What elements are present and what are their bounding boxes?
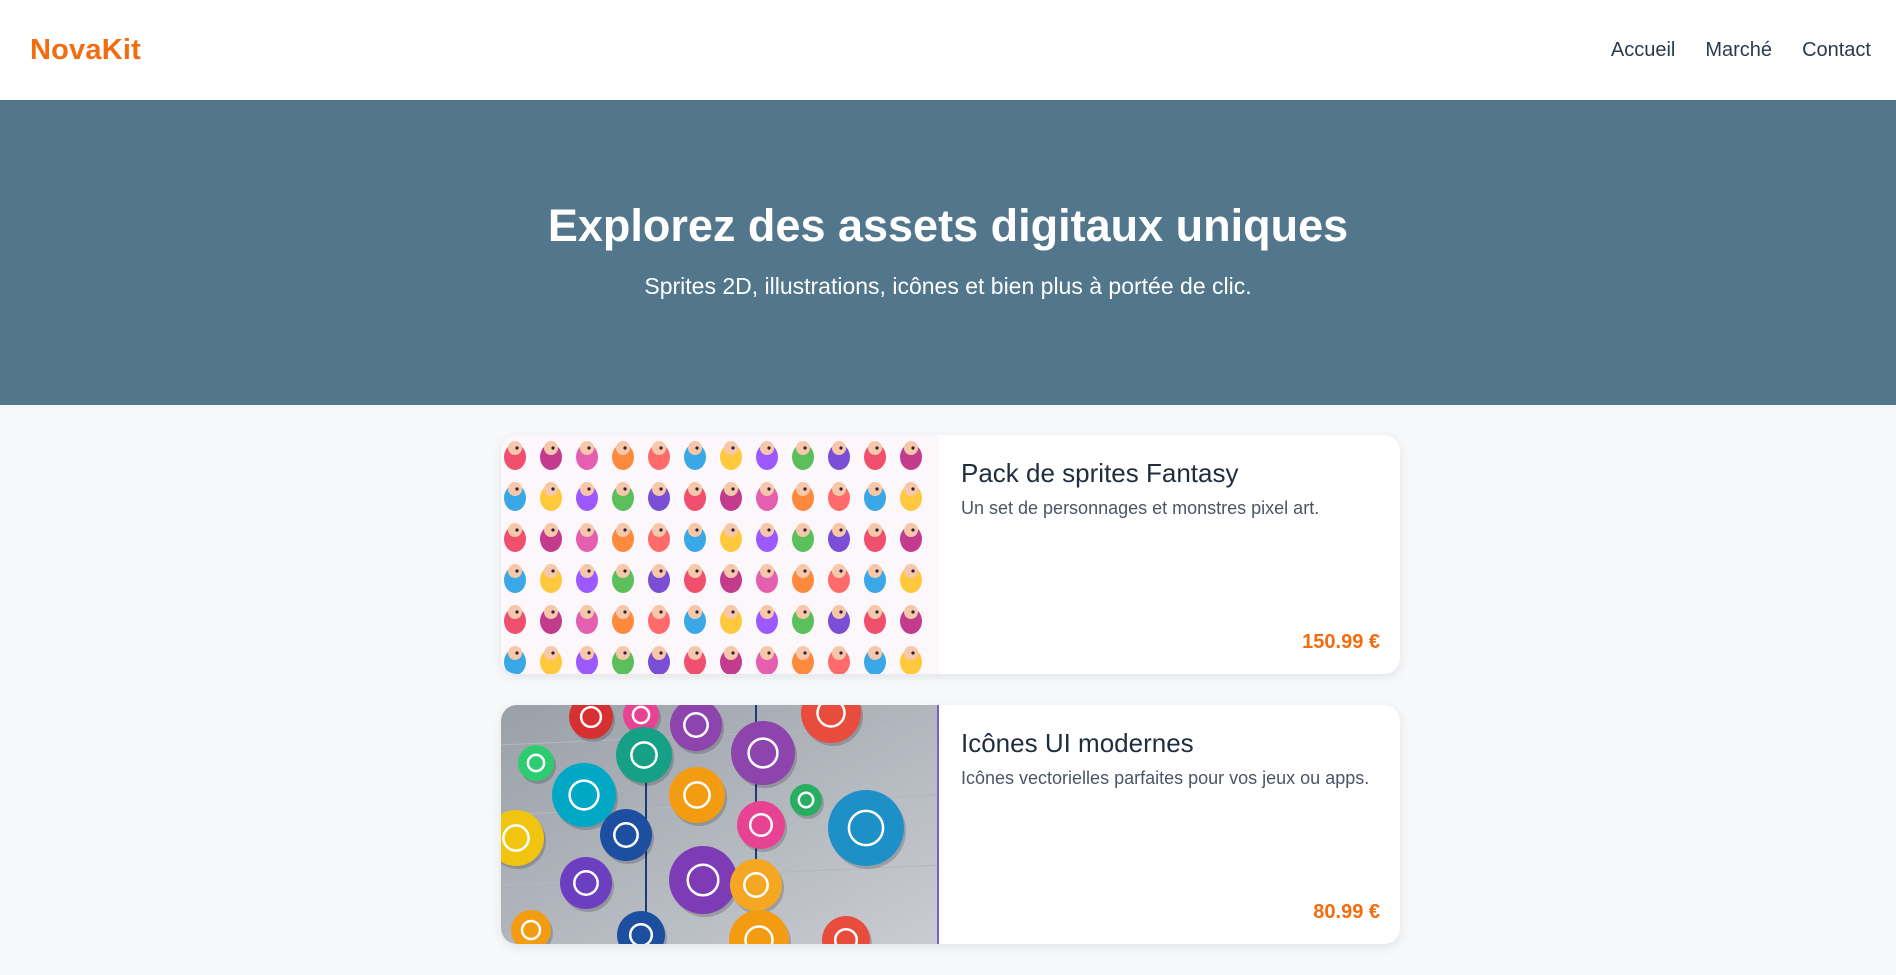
sprite-sheet-image[interactable]	[501, 435, 939, 674]
product-title[interactable]: Icônes UI modernes	[961, 728, 1380, 759]
product-title[interactable]: Pack de sprites Fantasy	[961, 458, 1380, 489]
top-navbar: NovaKit Accueil Marché Contact	[0, 0, 1896, 100]
product-card[interactable]: Icônes UI modernes Icônes vectorielles p…	[501, 705, 1400, 944]
product-card-body: Pack de sprites Fantasy Un set de person…	[939, 435, 1400, 674]
product-description: Un set de personnages et monstres pixel …	[961, 498, 1320, 518]
product-card-body: Icônes UI modernes Icônes vectorielles p…	[939, 705, 1400, 944]
product-price: 150.99 €	[1302, 631, 1380, 653]
hero-title: Explorez des assets digitaux uniques	[547, 200, 1349, 251]
product-card[interactable]: Pack de sprites Fantasy Un set de person…	[501, 435, 1400, 674]
product-description: Icônes vectorielles parfaites pour vos j…	[961, 768, 1370, 788]
main-nav: Accueil Marché Contact	[1611, 39, 1871, 62]
brand-logo[interactable]: NovaKit	[30, 34, 141, 67]
hero-subtitle: Sprites 2D, illustrations, icônes et bie…	[644, 273, 1252, 299]
nav-link-marche[interactable]: Marché	[1705, 39, 1772, 62]
ui-icons-image[interactable]	[501, 705, 939, 944]
nav-link-accueil[interactable]: Accueil	[1611, 39, 1675, 62]
product-list: Pack de sprites Fantasy Un set de person…	[501, 435, 1400, 975]
nav-link-contact[interactable]: Contact	[1802, 39, 1871, 62]
product-price: 80.99 €	[1313, 901, 1380, 923]
hero-banner: Explorez des assets digitaux uniques Spr…	[0, 100, 1896, 405]
